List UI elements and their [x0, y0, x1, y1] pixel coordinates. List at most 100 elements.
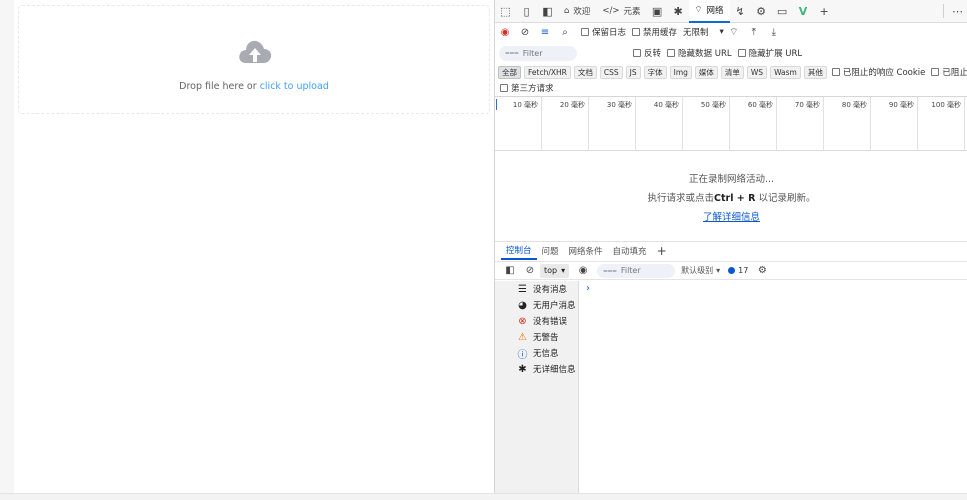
import-har-icon[interactable]: ⤒: [744, 23, 764, 41]
console-tab-icon[interactable]: ▣: [647, 1, 668, 22]
type-filter-ws[interactable]: WS: [746, 65, 768, 79]
tab-elements[interactable]: </> 元素: [596, 0, 646, 23]
clear-console-icon[interactable]: ⊘: [520, 262, 540, 280]
sidebar-item-label: 无警告: [533, 333, 559, 343]
devtools-panel: ⬚ ▯ ◧ ⌂ 欢迎 </> 元素 ▣ ✱ ⌔ 网络 ↯ ⚙ ▭ V + ⋯ ◉…: [494, 0, 967, 494]
dock-sidebar-icon[interactable]: ◧: [537, 1, 558, 22]
inspect-element-icon[interactable]: ⬚: [495, 1, 516, 22]
network-timeline-overview[interactable]: 10 毫秒 20 毫秒 30 毫秒 40 毫秒 50 毫秒 60 毫秒 70 毫…: [495, 96, 967, 151]
device-emulation-icon[interactable]: ▯: [516, 1, 537, 22]
timeline-tick: 20 毫秒: [542, 97, 589, 151]
upload-instructions: Drop file here or click to upload: [19, 81, 489, 92]
sidebar-item-label: 无详细信息: [533, 365, 576, 375]
disable-cache-checkbox[interactable]: 禁用缓存: [632, 26, 677, 38]
issues-counter[interactable]: 17: [728, 266, 748, 275]
drawer-tab-autofill[interactable]: 自动填充: [608, 242, 652, 260]
tab-welcome[interactable]: ⌂ 欢迎: [558, 0, 596, 23]
hide-data-urls-box[interactable]: [667, 49, 676, 57]
type-filter-font[interactable]: 字体: [643, 65, 667, 79]
network-filter-input[interactable]: ⩶ Filter: [499, 45, 577, 61]
console-settings-gear-icon[interactable]: ⚙: [752, 262, 772, 280]
preserve-log-checkbox[interactable]: 保留日志: [581, 26, 626, 38]
settings-gear-icon[interactable]: ⚙: [751, 1, 772, 22]
timeline-tick: 10 毫秒: [495, 97, 542, 151]
sidebar-item-user-messages[interactable]: ◕ 无用户消息: [495, 297, 578, 313]
more-options-icon[interactable]: ⋯: [947, 1, 967, 22]
sidebar-item-label: 无信息: [533, 349, 559, 359]
type-filter-all[interactable]: 全部: [498, 65, 521, 79]
log-levels-value: 默认级别: [681, 266, 714, 275]
invert-checkbox[interactable]: 反转: [633, 47, 661, 59]
third-party-box[interactable]: [500, 84, 508, 92]
hide-extension-urls-checkbox[interactable]: 隐藏扩展 URL: [737, 47, 802, 59]
invert-box[interactable]: [633, 49, 641, 57]
search-icon[interactable]: ⌕: [555, 23, 575, 41]
type-filter-img[interactable]: Img: [669, 65, 692, 79]
hide-extension-urls-box[interactable]: [737, 49, 746, 57]
blocked-response-cookies-box[interactable]: [831, 68, 840, 76]
page-left-gutter: [0, 0, 14, 494]
tick-label: 90 毫秒: [888, 101, 914, 109]
add-drawer-tab-plus-icon[interactable]: +: [652, 242, 672, 260]
sidebar-item-messages[interactable]: ☰ 没有消息: [495, 281, 578, 297]
blocked-requests-box[interactable]: [931, 68, 940, 76]
timeline-tick: 100 毫秒: [918, 97, 965, 151]
blocked-requests-checkbox[interactable]: 已阻止请求: [931, 66, 967, 78]
network-conditions-icon[interactable]: ⌔: [724, 23, 744, 41]
blocked-response-cookies-checkbox[interactable]: 已阻止的响应 Cookie: [831, 66, 925, 78]
wifi-icon: ⌔: [694, 5, 703, 15]
disable-cache-label: 禁用缓存: [643, 28, 678, 38]
sidebar-item-info[interactable]: ⓘ 无信息: [495, 345, 578, 361]
tick-label: 100 毫秒: [931, 101, 961, 109]
blocked-requests-label: 已阻止请求: [942, 68, 967, 78]
toggle-console-sidebar-icon[interactable]: ◧: [500, 262, 520, 280]
drawer-tab-issues[interactable]: 问题: [537, 242, 564, 260]
application-icon[interactable]: ▭: [772, 1, 793, 22]
sidebar-item-errors[interactable]: ⊗ 没有错误: [495, 313, 578, 329]
refresh-hint: 执行请求或点击Ctrl + R 以记录刷新。: [495, 189, 967, 208]
disable-cache-box[interactable]: [632, 28, 641, 36]
drawer-tab-network-conditions[interactable]: 网络条件: [564, 242, 608, 260]
throttling-select[interactable]: 无限制 ▾: [683, 26, 724, 38]
type-filter-fetch-xhr[interactable]: Fetch/XHR: [524, 65, 571, 79]
cloud-upload-icon: [239, 40, 272, 63]
type-filter-manifest[interactable]: 清单: [720, 65, 744, 79]
sources-bug-icon[interactable]: ✱: [668, 1, 689, 22]
live-expression-eye-icon[interactable]: ◉: [573, 262, 593, 280]
third-party-checkbox[interactable]: 第三方请求: [500, 82, 554, 94]
type-filter-css[interactable]: CSS: [599, 65, 623, 79]
type-filter-doc[interactable]: 文档: [573, 65, 597, 79]
type-filter-media[interactable]: 媒体: [694, 65, 718, 79]
drawer-tab-console[interactable]: 控制台: [501, 242, 537, 260]
console-prompt[interactable]: ›: [586, 283, 590, 294]
devtools-tabbar: ⬚ ▯ ◧ ⌂ 欢迎 </> 元素 ▣ ✱ ⌔ 网络 ↯ ⚙ ▭ V + ⋯: [495, 0, 967, 23]
tab-network-label: 网络: [706, 6, 724, 16]
sidebar-item-warnings[interactable]: ⚠ 无警告: [495, 329, 578, 345]
learn-more-link[interactable]: 了解详细信息: [703, 212, 760, 223]
preserve-log-label: 保留日志: [592, 28, 627, 38]
preserve-log-box[interactable]: [581, 28, 589, 36]
record-icon[interactable]: ◉: [495, 23, 515, 41]
export-har-icon[interactable]: ⤓: [764, 23, 784, 41]
sidebar-item-label: 无用户消息: [533, 301, 576, 311]
hide-data-urls-checkbox[interactable]: 隐藏数据 URL: [667, 47, 732, 59]
refresh-hint-before: 执行请求或点击: [647, 193, 715, 204]
type-filter-wasm[interactable]: Wasm: [770, 65, 801, 79]
js-context-select[interactable]: top ▾: [540, 263, 570, 278]
clear-icon[interactable]: ⊘: [515, 23, 535, 41]
console-filter-placeholder: Filter: [620, 266, 641, 275]
type-filter-js[interactable]: JS: [625, 65, 641, 79]
sidebar-item-verbose[interactable]: ✱ 无详细信息: [495, 361, 578, 377]
click-to-upload-link[interactable]: click to upload: [260, 81, 329, 92]
console-filter-input[interactable]: ⩶ Filter: [597, 263, 676, 278]
tab-network[interactable]: ⌔ 网络: [688, 0, 730, 23]
filter-toggle-icon[interactable]: ≡: [535, 23, 555, 41]
more-tabs-plus-icon[interactable]: +: [814, 1, 835, 22]
log-levels-select[interactable]: 默认级别 ▾: [681, 265, 720, 276]
type-filter-other[interactable]: 其他: [803, 65, 827, 79]
vue-devtools-icon[interactable]: V: [793, 1, 814, 22]
upload-dropzone[interactable]: Drop file here or click to upload: [18, 5, 490, 114]
performance-icon[interactable]: ↯: [730, 1, 751, 22]
tick-label: 30 毫秒: [606, 101, 632, 109]
third-party-label: 第三方请求: [511, 84, 554, 94]
